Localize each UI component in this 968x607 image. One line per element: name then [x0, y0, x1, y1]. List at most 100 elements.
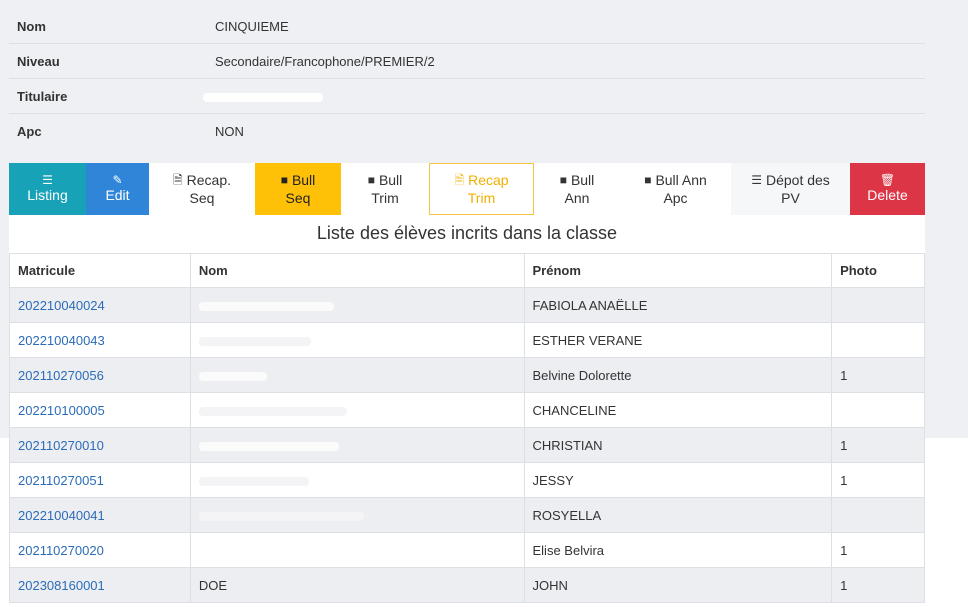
bull-ann-label-2: Ann: [564, 190, 590, 206]
prenom-cell: JESSY: [523, 462, 833, 498]
bull-seq-label-1: Bull: [291, 172, 316, 188]
table-header-row: Matricule Nom Prénom Photo: [9, 253, 925, 288]
redaction-mark: [198, 406, 347, 416]
nom-cell: [189, 357, 525, 393]
info-row-titulaire: Titulaire: [9, 79, 925, 114]
excel-file-icon: 🗎: [172, 173, 183, 187]
info-value-redacted: [203, 89, 925, 104]
file-icon: ■: [280, 173, 288, 187]
file-icon: ■: [644, 173, 652, 187]
matricule-link[interactable]: 202210100005: [9, 392, 191, 428]
recap-trim-label-1: Recap: [468, 172, 509, 188]
info-value: CINQUIEME: [215, 18, 289, 34]
bull-trim-label-1: Bull: [378, 172, 403, 188]
redaction-mark: [198, 301, 334, 311]
column-header-nom[interactable]: Nom: [189, 253, 525, 288]
prenom-cell: CHRISTIAN: [523, 427, 833, 463]
photo-cell: [831, 392, 925, 428]
matricule-link[interactable]: 202110270051: [9, 462, 191, 498]
prenom-cell: ROSYELLA: [523, 497, 833, 533]
matricule-link[interactable]: 202210040043: [9, 322, 191, 358]
list-icon: ☰: [751, 173, 762, 187]
bull-ann-button[interactable]: ■ Bull Ann: [534, 163, 620, 215]
excel-file-icon: 🗎: [454, 173, 465, 187]
table-row: 202110270020 Elise Belvira 1: [9, 532, 925, 568]
photo-cell: 1: [831, 567, 925, 603]
redaction-mark: [198, 441, 339, 451]
class-info-table: Nom CINQUIEME Niveau Secondaire/Francoph…: [9, 9, 925, 149]
column-header-photo[interactable]: Photo: [831, 253, 925, 288]
photo-cell: [831, 322, 925, 358]
redaction-mark: [203, 92, 323, 102]
recap-trim-label-2: Trim: [467, 190, 496, 206]
recap-seq-label-1: Recap.: [186, 172, 231, 188]
bull-ann-apc-label-1: Bull Ann: [655, 172, 707, 188]
info-label: Titulaire: [17, 88, 68, 104]
delete-button[interactable]: 🗑 Delete: [850, 163, 925, 215]
prenom-cell: ESTHER VERANE: [523, 322, 833, 358]
info-row-niveau: Niveau Secondaire/Francophone/PREMIER/2: [9, 44, 925, 79]
edit-button[interactable]: ✎ Edit: [86, 163, 149, 215]
matricule-link[interactable]: 202308160001: [9, 567, 191, 603]
nom-cell: [189, 462, 525, 498]
students-list-title: Liste des élèves incrits dans la classe: [9, 215, 925, 253]
nom-cell: DOE: [189, 567, 525, 603]
table-row: 202210040041 ROSYELLA: [9, 497, 925, 533]
bull-ann-apc-button[interactable]: ■ Bull Ann Apc: [620, 163, 731, 215]
info-label: Apc: [17, 124, 42, 139]
info-label: Nom: [17, 18, 46, 34]
photo-cell: 1: [831, 427, 925, 463]
column-header-matricule[interactable]: Matricule: [9, 253, 191, 288]
matricule-link[interactable]: 202110270010: [9, 427, 191, 463]
edit-icon: ✎: [112, 173, 123, 187]
photo-cell: [831, 287, 925, 323]
edit-label: Edit: [105, 187, 130, 203]
delete-label: Delete: [867, 187, 908, 203]
recap-trim-button[interactable]: 🗎 Recap Trim: [429, 163, 534, 215]
depot-pv-label-2: PV: [781, 190, 800, 206]
photo-cell: 1: [831, 532, 925, 568]
matricule-link[interactable]: 202210040024: [9, 287, 191, 323]
prenom-cell: CHANCELINE: [523, 392, 833, 428]
table-row: 202110270010 CHRISTIAN 1: [9, 427, 925, 463]
nom-cell: [189, 427, 525, 463]
action-toolbar: ☰ Listing ✎ Edit 🗎 Recap. Seq ■ Bull Seq…: [9, 163, 925, 215]
photo-cell: [831, 497, 925, 533]
table-row: 202110270051 JESSY 1: [9, 462, 925, 498]
info-value: Secondaire/Francophone/PREMIER/2: [215, 53, 435, 69]
listing-label: Listing: [27, 187, 68, 203]
recap-seq-button[interactable]: 🗎 Recap. Seq: [149, 163, 255, 215]
table-row: 202210040024 FABIOLA ANAËLLE: [9, 287, 925, 323]
prenom-cell: Belvine Dolorette: [523, 357, 833, 393]
matricule-link[interactable]: 202110270020: [9, 532, 191, 568]
bull-seq-label-2: Seq: [285, 190, 311, 206]
nom-cell: [189, 322, 525, 358]
photo-cell: 1: [831, 357, 925, 393]
prenom-cell: FABIOLA ANAËLLE: [523, 287, 833, 323]
redaction-mark: [198, 371, 267, 381]
matricule-link[interactable]: 202210040041: [9, 497, 191, 533]
depot-pv-button[interactable]: ☰ Dépot des PV: [731, 163, 850, 215]
column-header-prenom[interactable]: Prénom: [523, 253, 833, 288]
table-row: 202308160001 DOE JOHN 1: [9, 567, 925, 603]
prenom-cell: Elise Belvira: [523, 532, 833, 568]
bull-trim-button[interactable]: ■ Bull Trim: [341, 163, 429, 215]
class-detail-panel: Nom CINQUIEME Niveau Secondaire/Francoph…: [9, 9, 925, 603]
depot-pv-label-1: Dépot des: [765, 172, 830, 188]
table-row: 202210040043 ESTHER VERANE: [9, 322, 925, 358]
info-row-apc: Apc NON: [9, 114, 925, 149]
nom-cell: [189, 392, 525, 428]
info-value: NON: [215, 124, 244, 139]
bull-seq-button[interactable]: ■ Bull Seq: [255, 163, 341, 215]
bull-ann-label-1: Bull: [570, 172, 595, 188]
matricule-link[interactable]: 202110270056: [9, 357, 191, 393]
redaction-mark: [198, 511, 364, 521]
nom-cell: [189, 532, 525, 568]
photo-cell: 1: [831, 462, 925, 498]
redaction-mark: [198, 476, 309, 486]
file-icon: ■: [367, 173, 375, 187]
listing-button[interactable]: ☰ Listing: [9, 163, 86, 215]
file-icon: ■: [559, 173, 567, 187]
table-row: 202110270056 Belvine Dolorette 1: [9, 357, 925, 393]
redaction-mark: [198, 336, 311, 346]
